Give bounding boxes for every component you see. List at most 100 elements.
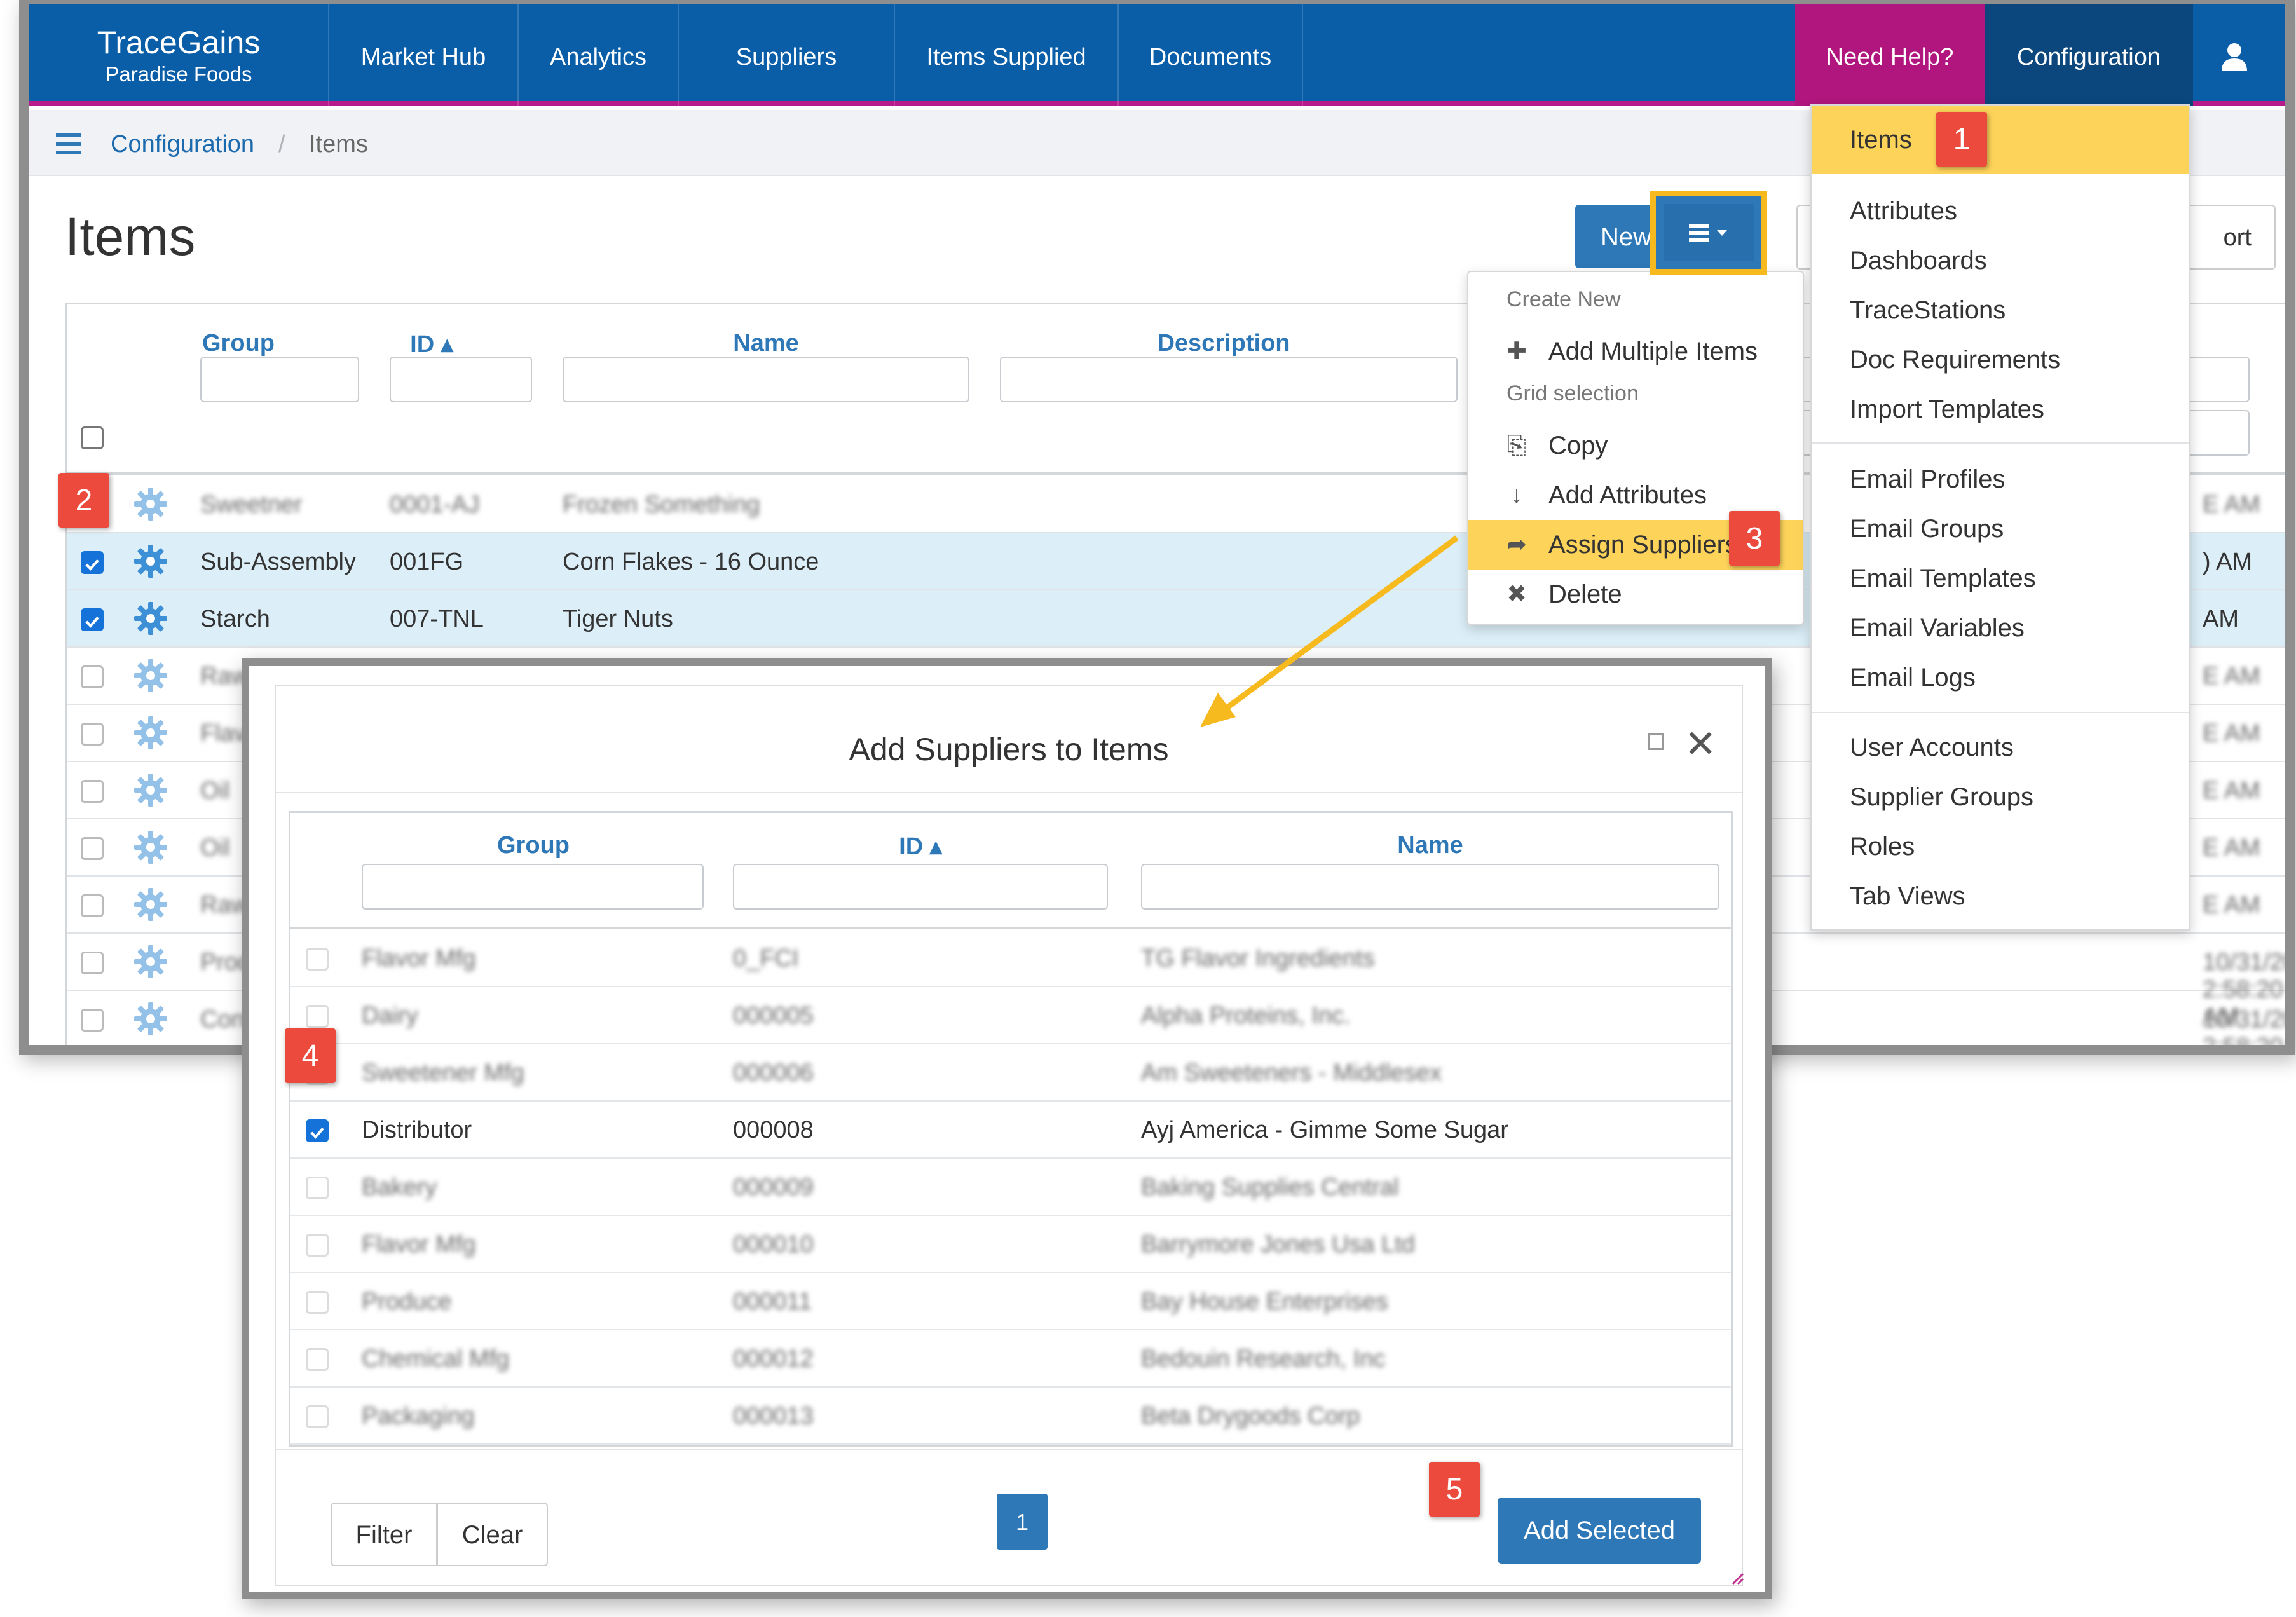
gear-icon[interactable] bbox=[133, 829, 168, 865]
table-row[interactable]: Flavor Mfg 000010 Barrymore Jones Usa Ltd bbox=[290, 1216, 1731, 1273]
config-menu-supplier-groups[interactable]: Supplier Groups bbox=[1812, 773, 2189, 821]
row-checkbox[interactable] bbox=[306, 1005, 329, 1028]
row-checkbox[interactable] bbox=[81, 837, 104, 860]
filter-overflow-input[interactable] bbox=[2285, 357, 2295, 402]
maximize-icon[interactable] bbox=[1648, 733, 1664, 750]
column-header-name[interactable]: Name bbox=[563, 330, 969, 357]
gear-icon[interactable] bbox=[133, 887, 168, 922]
cell-name: Frozen Something bbox=[563, 491, 760, 518]
row-checkbox[interactable] bbox=[81, 780, 104, 803]
gear-icon[interactable] bbox=[133, 944, 168, 979]
cell-modified: AM bbox=[2203, 606, 2239, 632]
cell-group: Distributor bbox=[362, 1117, 472, 1143]
breadcrumb-separator: / bbox=[278, 131, 285, 158]
filter-id-input[interactable] bbox=[390, 357, 532, 402]
config-menu-email-templates[interactable]: Email Templates bbox=[1812, 554, 2189, 603]
row-checkbox[interactable] bbox=[306, 948, 329, 971]
gear-icon[interactable] bbox=[133, 772, 168, 808]
column-header-group[interactable]: Group bbox=[181, 330, 296, 357]
gear-icon[interactable] bbox=[133, 601, 168, 636]
grid-menu-toggle-button[interactable] bbox=[1650, 191, 1767, 275]
table-row[interactable]: Chemical Mfg 000012 Bedouin Research, Inc bbox=[290, 1330, 1731, 1388]
nav-analytics[interactable]: Analytics bbox=[517, 4, 678, 106]
brand-logo[interactable]: TraceGains Paradise Foods bbox=[29, 4, 328, 106]
table-row[interactable]: Sweetener Mfg 000006 Am Sweeteners - Middl… bbox=[290, 1044, 1731, 1102]
row-checkbox[interactable] bbox=[81, 608, 104, 631]
config-menu-tab-views[interactable]: Tab Views bbox=[1812, 872, 2189, 920]
page-title: Items bbox=[65, 207, 196, 266]
table-row[interactable]: Dairy 000005 Alpha Proteins, Inc. bbox=[290, 987, 1731, 1044]
select-all-checkbox[interactable] bbox=[81, 426, 104, 449]
breadcrumb-configuration[interactable]: Configuration bbox=[111, 110, 254, 179]
row-checkbox[interactable] bbox=[306, 1119, 329, 1142]
row-checkbox[interactable] bbox=[306, 1291, 329, 1314]
row-checkbox[interactable] bbox=[306, 1234, 329, 1257]
gear-icon[interactable] bbox=[133, 1001, 168, 1037]
config-menu-import-templates[interactable]: Import Templates bbox=[1812, 385, 2189, 433]
add-selected-button[interactable]: Add Selected bbox=[1498, 1498, 1701, 1564]
row-checkbox[interactable] bbox=[81, 723, 104, 746]
pagination-page-1[interactable]: 1 bbox=[997, 1494, 1048, 1550]
filter-name-input[interactable] bbox=[563, 357, 969, 402]
gear-icon[interactable] bbox=[133, 543, 168, 579]
cell-id: 0_FCI bbox=[733, 945, 799, 972]
row-checkbox[interactable] bbox=[306, 1177, 329, 1199]
column-header-id[interactable]: ID ▴ bbox=[733, 832, 1108, 861]
row-checkbox[interactable] bbox=[81, 894, 104, 917]
config-menu-user-accounts[interactable]: User Accounts bbox=[1812, 723, 2189, 772]
filter-id-input[interactable] bbox=[733, 864, 1108, 910]
filter-button[interactable]: Filter bbox=[331, 1503, 437, 1566]
row-checkbox[interactable] bbox=[81, 551, 104, 574]
grid-action-menu: Create New ✚ Add Multiple Items Grid sel… bbox=[1467, 271, 1804, 625]
hamburger-menu-icon[interactable] bbox=[56, 133, 81, 154]
cell-group: Flavor Mfg bbox=[362, 945, 476, 972]
row-checkbox[interactable] bbox=[306, 1405, 329, 1428]
table-row[interactable]: Produce 000011 Bay House Enterprises bbox=[290, 1273, 1731, 1330]
config-menu-email-groups[interactable]: Email Groups bbox=[1812, 505, 2189, 553]
menu-item-copy[interactable]: ⎘ Copy bbox=[1468, 421, 1803, 470]
table-row[interactable]: Packaging 000013 Beta Drygoods Corp bbox=[290, 1388, 1731, 1445]
menu-item-add-multiple-items[interactable]: ✚ Add Multiple Items bbox=[1468, 327, 1803, 376]
nav-items-supplied[interactable]: Items Supplied bbox=[894, 4, 1117, 106]
config-menu-attributes[interactable]: Attributes bbox=[1812, 187, 2189, 235]
config-menu-dashboards[interactable]: Dashboards bbox=[1812, 236, 2189, 285]
column-header-id[interactable]: ID ▴ bbox=[368, 330, 495, 358]
config-menu-doc-requirements[interactable]: Doc Requirements bbox=[1812, 336, 2189, 384]
gear-icon[interactable] bbox=[133, 658, 168, 693]
need-help-button[interactable]: Need Help? bbox=[1795, 4, 1985, 106]
config-menu-roles[interactable]: Roles bbox=[1812, 822, 2189, 871]
filter-group-input[interactable] bbox=[362, 864, 704, 910]
column-header-group[interactable]: Group bbox=[362, 832, 705, 859]
row-checkbox[interactable] bbox=[81, 1009, 104, 1032]
filter-description-input[interactable] bbox=[1000, 357, 1458, 402]
table-row[interactable]: Flavor Mfg 0_FCI TG Flavor Ingredients bbox=[290, 930, 1731, 987]
gear-icon[interactable] bbox=[133, 486, 168, 522]
table-row[interactable]: Bakery 000009 Baking Supplies Central bbox=[290, 1159, 1731, 1216]
config-menu-email-logs[interactable]: Email Logs bbox=[1812, 653, 2189, 702]
hamburger-caret-icon bbox=[1689, 224, 1727, 242]
filter-name-input[interactable] bbox=[1141, 864, 1719, 910]
config-menu-email-profiles[interactable]: Email Profiles bbox=[1812, 455, 2189, 503]
gear-icon[interactable] bbox=[133, 715, 168, 751]
filter-group-input[interactable] bbox=[200, 357, 359, 402]
user-menu-button[interactable] bbox=[2193, 4, 2276, 106]
modal-header-divider bbox=[276, 792, 1742, 793]
nav-configuration[interactable]: Configuration bbox=[1985, 4, 2193, 106]
clear-button[interactable]: Clear bbox=[437, 1503, 548, 1566]
cell-name: TG Flavor Ingredients bbox=[1141, 945, 1375, 972]
row-checkbox[interactable] bbox=[81, 665, 104, 688]
row-checkbox[interactable] bbox=[81, 952, 104, 974]
table-row[interactable]: Distributor 000008 Ayj America - Gimme Som… bbox=[290, 1102, 1731, 1159]
resize-handle-icon[interactable] bbox=[1730, 1571, 1744, 1585]
close-icon[interactable]: ✕ bbox=[1684, 722, 1716, 767]
config-menu-tracestations[interactable]: TraceStations bbox=[1812, 286, 2189, 334]
menu-item-delete[interactable]: ✖ Delete bbox=[1468, 570, 1803, 619]
config-menu-items[interactable]: Items bbox=[1812, 106, 2189, 174]
row-checkbox[interactable] bbox=[306, 1348, 329, 1371]
nav-suppliers[interactable]: Suppliers bbox=[678, 4, 894, 106]
column-header-name[interactable]: Name bbox=[1141, 832, 1719, 859]
nav-documents[interactable]: Documents bbox=[1117, 4, 1303, 106]
config-menu-email-variables[interactable]: Email Variables bbox=[1812, 604, 2189, 652]
nav-market-hub[interactable]: Market Hub bbox=[328, 4, 517, 106]
column-header-description[interactable]: Description bbox=[1020, 330, 1427, 357]
